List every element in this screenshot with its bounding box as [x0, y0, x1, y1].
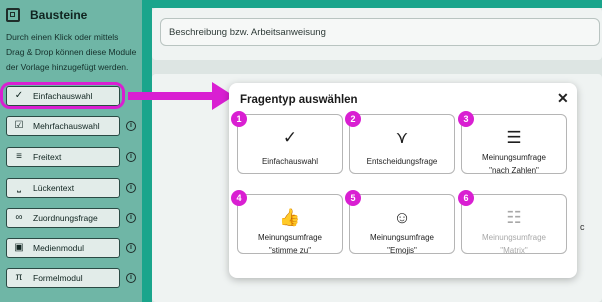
option-label: Meinungsumfrage: [481, 233, 547, 242]
option-label: Einfachauswahl: [261, 157, 319, 166]
sidebar-item-label: Freitext: [33, 152, 62, 162]
text-lines-icon: ≡: [16, 151, 22, 162]
annotation-arrow-line: [128, 92, 214, 100]
info-icon[interactable]: i: [126, 183, 136, 193]
sidebar-item-mehrfachauswahl[interactable]: ☑ Mehrfachauswahl: [6, 116, 120, 136]
option-meinungsumfrage-emojis[interactable]: ☺ Meinungsumfrage "Emojis": [349, 194, 455, 255]
number-badge: 3: [458, 111, 474, 127]
close-icon[interactable]: ✕: [557, 90, 569, 107]
image-icon: ▣: [14, 242, 24, 253]
info-icon[interactable]: i: [126, 213, 136, 223]
option-meinungsumfrage-zahlen[interactable]: ☰ Meinungsumfrage "nach Zahlen": [461, 114, 567, 175]
blank-line-icon: ⎵: [17, 182, 21, 193]
sidebar-item-zuordnungsfrage[interactable]: ∞ Zuordnungsfrage: [6, 208, 120, 228]
sidebar-item-label: Zuordnungsfrage: [33, 213, 98, 223]
sidebar-item-freitext[interactable]: ≡ Freitext: [6, 147, 120, 167]
option-label: Meinungsumfrage: [481, 153, 547, 162]
sidebar-item-lueckentext[interactable]: ⎵ Lückentext: [6, 178, 120, 198]
description-line: Drag & Drop können diese Module: [6, 47, 137, 57]
option-sublabel: "Emojis": [387, 246, 417, 255]
info-icon[interactable]: i: [126, 273, 136, 283]
highlight-ring: [0, 82, 125, 109]
description-input[interactable]: Beschreibung bzw. Arbeitsanweisung: [160, 18, 600, 46]
thumbs-up-icon: 👍: [279, 208, 301, 227]
truncated-text: c: [580, 222, 585, 232]
checkbox-icon: ☑: [14, 120, 24, 131]
split-arrow-icon: ⋎: [395, 128, 409, 147]
sidebar-title: Bausteine: [30, 8, 88, 22]
blocks-icon: [6, 8, 20, 22]
description-line: Durch einen Klick oder mittels: [6, 32, 119, 42]
option-sublabel: "Matrix": [500, 246, 528, 255]
sidebar-description: Durch einen Klick oder mittels Drag & Dr…: [6, 30, 146, 75]
option-sublabel: "stimme zu": [268, 246, 312, 255]
info-icon[interactable]: i: [126, 121, 136, 131]
number-badge: 6: [458, 190, 474, 206]
modal-title: Fragentyp auswählen: [240, 94, 358, 106]
number-badge: 2: [345, 111, 361, 127]
sidebar-item-formelmodul[interactable]: π Formelmodul: [6, 268, 120, 288]
question-type-modal: Fragentyp auswählen ✕ ✓ Einfachauswahl ⋎…: [229, 83, 577, 278]
numbered-list-icon: ☰: [506, 128, 522, 147]
option-meinungsumfrage-stimme-zu[interactable]: 👍 Meinungsumfrage "stimme zu": [237, 194, 343, 255]
sidebar-item-medienmodul[interactable]: ▣ Medienmodul: [6, 238, 120, 258]
option-sublabel: "nach Zahlen": [489, 166, 539, 175]
description-line: der Vorlage hinzugefügt werden.: [6, 62, 129, 72]
check-circle-icon: ✓: [282, 128, 298, 147]
option-einfachauswahl[interactable]: ✓ Einfachauswahl: [237, 114, 343, 174]
link-icon: ∞: [15, 212, 23, 223]
smiley-icon: ☺: [393, 208, 411, 227]
info-icon[interactable]: i: [126, 243, 136, 253]
pi-icon: π: [15, 272, 23, 283]
number-badge: 5: [345, 190, 361, 206]
top-bar: [142, 0, 602, 8]
sidebar-item-label: Formelmodul: [33, 273, 83, 283]
number-badge: 1: [231, 111, 247, 127]
option-entscheidungsfrage[interactable]: ⋎ Entscheidungsfrage: [349, 114, 455, 174]
sidebar-header: Bausteine: [6, 8, 87, 22]
sidebar-item-label: Lückentext: [33, 183, 75, 193]
option-label: Meinungsumfrage: [257, 233, 323, 242]
sidebar-item-label: Mehrfachauswahl: [33, 121, 100, 131]
divider-bar: [142, 0, 152, 302]
option-label: Entscheidungsfrage: [366, 157, 438, 166]
sliders-icon: ☷: [506, 208, 522, 227]
sidebar: Bausteine Durch einen Klick oder mittels…: [0, 0, 142, 302]
sidebar-item-label: Medienmodul: [33, 243, 85, 253]
option-meinungsumfrage-matrix: ☷ Meinungsumfrage "Matrix": [461, 194, 567, 255]
info-icon[interactable]: i: [126, 152, 136, 162]
option-label: Meinungsumfrage: [369, 233, 435, 242]
number-badge: 4: [231, 190, 247, 206]
